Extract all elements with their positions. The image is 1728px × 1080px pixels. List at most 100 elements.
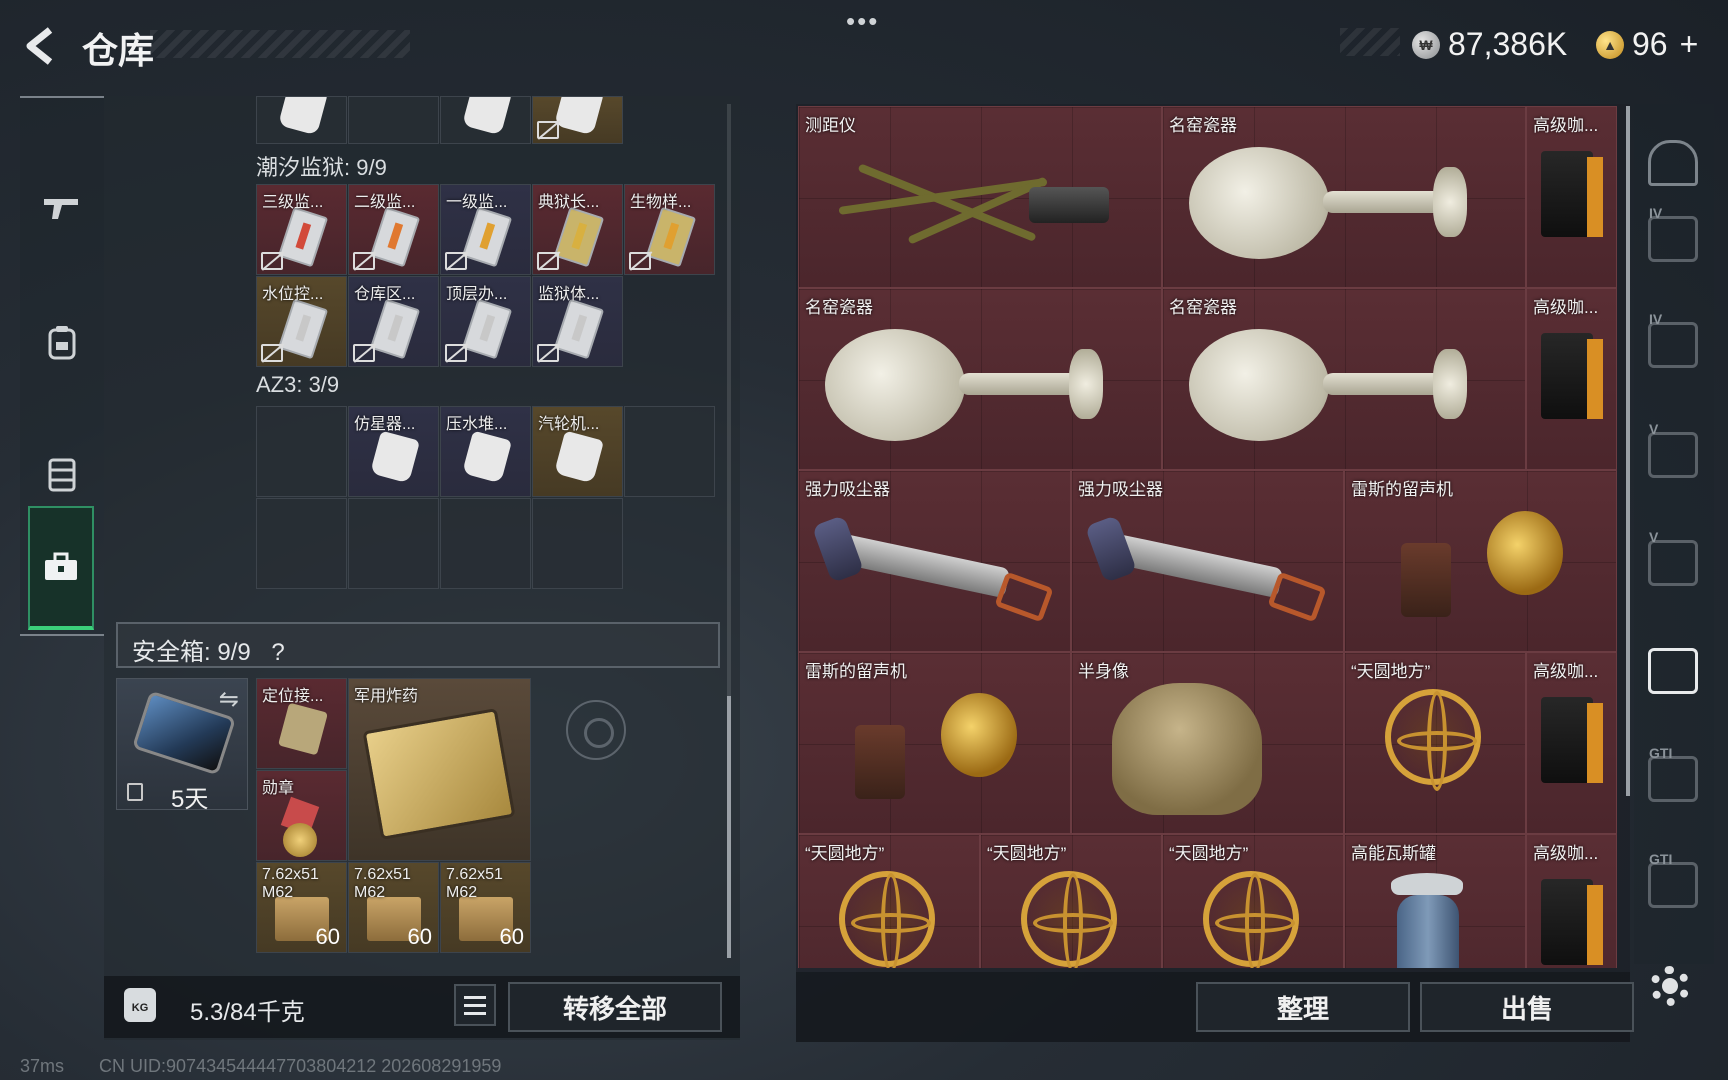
no-carry-icon	[629, 252, 651, 270]
list-view-button[interactable]	[454, 984, 496, 1026]
stash-tab-5[interactable]	[1648, 648, 1698, 694]
backpack-icon	[48, 326, 76, 360]
item-slot-explosive[interactable]: 军用炸药	[348, 678, 531, 861]
coffee-bag	[1541, 879, 1603, 965]
empty-slot[interactable]	[624, 406, 715, 497]
globe-icon	[1385, 689, 1481, 791]
stash-item-coffee[interactable]: 高级咖...	[1526, 652, 1617, 834]
help-icon[interactable]: ?	[271, 639, 284, 666]
slot-partial[interactable]	[440, 96, 531, 144]
item-name: 名窑瓷器	[805, 298, 873, 317]
inventory-scroll-thumb[interactable]	[727, 696, 731, 958]
back-arrow-icon	[26, 27, 53, 65]
item-slot[interactable]: 压水堆...	[440, 406, 531, 497]
item-slot[interactable]: 仿星器...	[348, 406, 439, 497]
item-slot-ammo[interactable]: 7.62x51 M62 60	[256, 862, 347, 953]
item-name: 半身像	[1078, 662, 1129, 681]
empty-slot[interactable]	[440, 498, 531, 589]
item-name: 强力吸尘器	[1078, 480, 1163, 499]
item-slot[interactable]: 三级监...	[256, 184, 347, 275]
slot-partial[interactable]	[256, 96, 347, 144]
stash-item-vacuum[interactable]: 强力吸尘器	[798, 470, 1071, 652]
item-slot-ammo[interactable]: 7.62x51 M62 60	[440, 862, 531, 953]
stash-item-globe[interactable]: “天圆地方”	[980, 834, 1162, 968]
item-slot[interactable]: 二级监...	[348, 184, 439, 275]
stash-item-vacuum[interactable]: 强力吸尘器	[1071, 470, 1344, 652]
item-slot[interactable]: 监狱体...	[532, 276, 623, 367]
item-slot[interactable]: 顶层办...	[440, 276, 531, 367]
stash-item-bust[interactable]: 半身像	[1071, 652, 1344, 834]
transfer-all-button[interactable]: 转移全部	[508, 982, 722, 1032]
stash-tab-3[interactable]: V	[1648, 421, 1698, 478]
tab-label: IV	[1649, 205, 1663, 221]
gun-icon	[44, 199, 78, 219]
ammo-count: 60	[499, 924, 524, 949]
empty-slot[interactable]	[348, 498, 439, 589]
stash-item-globe[interactable]: “天圆地方”	[798, 834, 980, 968]
stash-scrollbar[interactable]	[1626, 106, 1630, 796]
item-name: 7.62x51 M62	[262, 866, 319, 901]
item-slot[interactable]: 汽轮机...	[532, 406, 623, 497]
stash-item-globe[interactable]: “天圆地方”	[1344, 652, 1526, 834]
phonograph-body	[1401, 543, 1451, 617]
gold-coin-icon: ▲	[1596, 30, 1624, 59]
gold-currency[interactable]: ▲ 96 +	[1596, 26, 1698, 63]
safe-box-label: 安全箱: 9/9	[132, 639, 251, 666]
stash-tab-7[interactable]: GTI	[1648, 851, 1698, 908]
stash-item-phonograph[interactable]: 雷斯的留声机	[798, 652, 1071, 834]
empty-slot[interactable]	[532, 498, 623, 589]
slot-partial[interactable]	[348, 96, 439, 144]
empty-slot[interactable]	[256, 406, 347, 497]
coffee-bag	[1541, 151, 1603, 237]
back-button[interactable]	[20, 24, 60, 68]
no-carry-icon	[261, 252, 283, 270]
sort-button[interactable]: 整理	[1196, 982, 1410, 1032]
stash-item-rangefinder[interactable]: 测距仪	[798, 106, 1162, 288]
bust-statue	[1112, 683, 1262, 815]
stash-tab-1[interactable]: IV	[1648, 205, 1698, 262]
item-slot-medal[interactable]: 勋章	[256, 770, 347, 861]
rangefinder-head	[1029, 187, 1109, 223]
item-slot-ammo[interactable]: 7.62x51 M62 60	[348, 862, 439, 953]
stash-item-vase[interactable]: 名窑瓷器	[798, 288, 1162, 470]
item-slot[interactable]: 水位控...	[256, 276, 347, 367]
stash-item-gas-tank[interactable]: 高能瓦斯罐	[1344, 834, 1526, 968]
item-slot[interactable]: 仓库区...	[348, 276, 439, 367]
stash-item-coffee[interactable]: 高级咖...	[1526, 834, 1617, 968]
globe-icon	[1021, 871, 1117, 968]
stash-item-globe[interactable]: “天圆地方”	[1162, 834, 1344, 968]
stash-item-vase[interactable]: 名窑瓷器	[1162, 106, 1526, 288]
safe-case-slot[interactable]: ⇋ 5天	[116, 678, 248, 813]
stash-tab-4[interactable]: V	[1648, 529, 1698, 586]
empty-slot[interactable]	[256, 498, 347, 589]
nav-toolbox[interactable]	[28, 506, 94, 630]
nav-weapons[interactable]	[20, 148, 104, 268]
swap-icon[interactable]: ⇋	[219, 685, 239, 714]
item-name: 高级咖...	[1533, 844, 1599, 863]
item-slot[interactable]: 一级监...	[440, 184, 531, 275]
stash-item-phonograph[interactable]: 雷斯的留声机	[1344, 470, 1617, 652]
stash-tab-all[interactable]	[1648, 140, 1698, 186]
phonograph-body	[855, 725, 905, 799]
stash-tab-2[interactable]: IV	[1648, 311, 1698, 368]
stash-item-coffee[interactable]: 高级咖...	[1526, 288, 1617, 470]
item-name: 三级监...	[262, 194, 324, 211]
item-name: 汽轮机...	[538, 416, 600, 433]
item-slot[interactable]: 生物样...	[624, 184, 715, 275]
nav-backpack[interactable]	[20, 282, 104, 402]
stash-tab-6[interactable]: GTI	[1648, 745, 1698, 802]
stash-item-vase[interactable]: 名窑瓷器	[1162, 288, 1526, 470]
stash-item-coffee[interactable]: 高级咖...	[1526, 106, 1617, 288]
lock-icon	[127, 783, 143, 801]
more-menu-button[interactable]: •••	[846, 6, 879, 37]
uid-value: CN UID:907434544447703804212 20260829195…	[99, 1056, 502, 1076]
slot-partial[interactable]	[532, 96, 623, 144]
weight-icon: KG	[124, 988, 156, 1022]
settings-gear-icon[interactable]	[1650, 966, 1690, 1006]
sell-button[interactable]: 出售	[1420, 982, 1634, 1032]
item-slot-locator[interactable]: 定位接...	[256, 678, 347, 769]
item-slot[interactable]: 典狱长...	[532, 184, 623, 275]
add-currency-button[interactable]: +	[1680, 26, 1699, 63]
vase-body	[1189, 147, 1329, 259]
item-name: 雷斯的留声机	[1351, 480, 1453, 499]
